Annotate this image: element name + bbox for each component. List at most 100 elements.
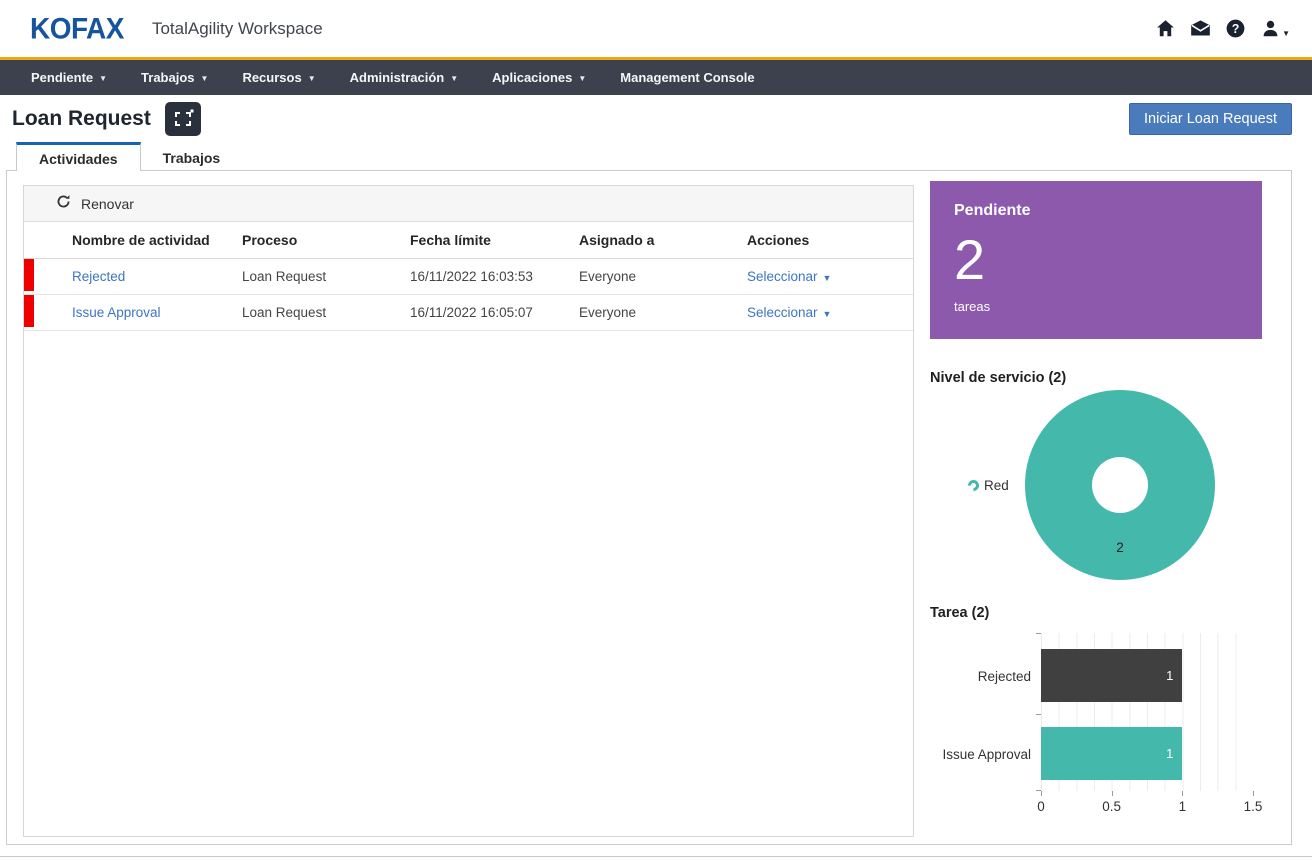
- table-header-row: Nombre de actividad Proceso Fecha límite…: [24, 222, 913, 259]
- bar-chart-title: Tarea (2): [930, 605, 989, 621]
- activities-panel: Renovar Nombre de actividad Proceso Fech…: [23, 185, 914, 837]
- chevron-down-icon: ▼: [99, 74, 107, 83]
- pendiente-summary-card[interactable]: Pendiente 2 tareas: [930, 181, 1262, 339]
- x-tick-label: 0.5: [1102, 799, 1121, 814]
- tab-content: Renovar Nombre de actividad Proceso Fech…: [6, 170, 1292, 845]
- page: KOFAX TotalAgility Workspace ? ▼ Pendien…: [0, 0, 1312, 860]
- iniciar-loan-request-button[interactable]: Iniciar Loan Request: [1129, 103, 1292, 135]
- stats-sidebar: Pendiente 2 tareas Nivel de servicio (2)…: [930, 181, 1262, 811]
- seleccionar-dropdown[interactable]: Seleccionar ▼: [747, 305, 831, 320]
- chevron-down-icon: ▼: [823, 309, 832, 319]
- axis-tick: [1182, 791, 1183, 796]
- app-title: TotalAgility Workspace: [152, 19, 323, 39]
- tabstrip: Actividades Trabajos: [16, 142, 242, 173]
- user-icon: [1259, 18, 1281, 40]
- chevron-down-icon: ▼: [450, 74, 458, 83]
- tab-trabajos[interactable]: Trabajos: [141, 142, 243, 173]
- nav-item-label: Management Console: [620, 70, 754, 85]
- bar-category-label: Rejected: [978, 669, 1031, 684]
- page-head: Loan Request Iniciar Loan Request: [0, 95, 1312, 142]
- table-row: Rejected Loan Request 16/11/2022 16:03:5…: [24, 259, 913, 295]
- legend-label: Red: [984, 478, 1009, 493]
- axis-tick: [1036, 633, 1041, 634]
- x-tick-label: 1.5: [1244, 799, 1263, 814]
- mail-icon[interactable]: [1189, 18, 1211, 40]
- due-date-cell: 16/11/2022 16:03:53: [410, 269, 579, 284]
- x-tick-label: 1: [1179, 799, 1187, 814]
- axis-tick: [1036, 714, 1041, 715]
- column-header-due: Fecha límite: [410, 232, 579, 248]
- axis-tick: [1041, 791, 1042, 796]
- main-nav: Pendiente ▼ Trabajos ▼ Recursos ▼ Admini…: [0, 60, 1312, 95]
- home-icon[interactable]: [1154, 18, 1176, 40]
- column-header-name: Nombre de actividad: [72, 232, 242, 248]
- column-header-process: Proceso: [242, 232, 410, 248]
- nav-item-label: Administración: [350, 70, 445, 85]
- donut-chart-title: Nivel de servicio (2): [930, 370, 1066, 386]
- nav-item-label: Aplicaciones: [492, 70, 572, 85]
- table-row: Issue Approval Loan Request 16/11/2022 1…: [24, 295, 913, 331]
- expand-window-icon[interactable]: [165, 102, 201, 136]
- footer-divider: [0, 856, 1312, 857]
- activity-link[interactable]: Rejected: [72, 269, 125, 284]
- header-icon-group: ? ▼: [1154, 18, 1290, 40]
- seleccionar-dropdown[interactable]: Seleccionar ▼: [747, 269, 831, 284]
- nav-item-trabajos[interactable]: Trabajos ▼: [124, 60, 225, 95]
- column-header-assigned: Asignado a: [579, 232, 747, 248]
- nav-item-administracion[interactable]: Administración ▼: [333, 60, 476, 95]
- chevron-down-icon: ▼: [308, 74, 316, 83]
- refresh-icon: [56, 194, 71, 214]
- bar-value-label: 1: [1166, 746, 1173, 761]
- seleccionar-label: Seleccionar: [747, 269, 818, 284]
- chevron-down-icon: ▼: [823, 273, 832, 283]
- nav-item-label: Pendiente: [31, 70, 93, 85]
- chevron-down-icon: ▼: [201, 74, 209, 83]
- axis-tick: [1112, 791, 1113, 796]
- bar-chart: Rejected Issue Approval 1 1 0 0.5: [930, 633, 1262, 818]
- tab-actividades[interactable]: Actividades: [16, 142, 141, 171]
- help-icon[interactable]: ?: [1224, 18, 1246, 40]
- donut-ring[interactable]: 2: [1025, 390, 1215, 580]
- due-date-cell: 16/11/2022 16:05:07: [410, 305, 579, 320]
- bar-rejected[interactable]: 1: [1041, 649, 1182, 702]
- column-header-actions: Acciones: [747, 232, 913, 248]
- activity-link[interactable]: Issue Approval: [72, 305, 161, 320]
- summary-card-unit: tareas: [954, 299, 1238, 314]
- donut-legend: Red: [968, 478, 1009, 493]
- assigned-cell: Everyone: [579, 305, 747, 320]
- seleccionar-label: Seleccionar: [747, 305, 818, 320]
- top-header: KOFAX TotalAgility Workspace ? ▼: [0, 0, 1312, 57]
- bar-plot-area: 1 1: [1041, 633, 1253, 791]
- page-title: Loan Request: [12, 107, 151, 131]
- user-menu[interactable]: ▼: [1259, 18, 1290, 40]
- refresh-button[interactable]: Renovar: [24, 186, 913, 222]
- chevron-down-icon: ▼: [1282, 29, 1290, 38]
- nav-item-management-console[interactable]: Management Console: [603, 60, 771, 95]
- kofax-logo: KOFAX: [30, 12, 124, 46]
- bar-issue-approval[interactable]: 1: [1041, 727, 1182, 780]
- nav-item-label: Trabajos: [141, 70, 194, 85]
- bar-category-label: Issue Approval: [942, 747, 1031, 762]
- summary-card-title: Pendiente: [954, 202, 1238, 220]
- process-cell: Loan Request: [242, 269, 410, 284]
- nav-item-aplicaciones[interactable]: Aplicaciones ▼: [475, 60, 603, 95]
- donut-value-label: 2: [1025, 540, 1215, 555]
- priority-indicator: [24, 295, 34, 327]
- svg-text:?: ?: [1231, 22, 1239, 36]
- legend-ring-icon: [966, 478, 982, 494]
- x-axis-tick-labels: 0 0.5 1 1.5: [1041, 799, 1253, 817]
- priority-indicator: [24, 259, 34, 291]
- donut-hole: [1092, 457, 1148, 513]
- nav-item-pendiente[interactable]: Pendiente ▼: [14, 60, 124, 95]
- axis-tick: [1253, 791, 1254, 796]
- nav-item-label: Recursos: [242, 70, 301, 85]
- refresh-label: Renovar: [81, 196, 134, 212]
- process-cell: Loan Request: [242, 305, 410, 320]
- nav-item-recursos[interactable]: Recursos ▼: [225, 60, 332, 95]
- bar-category-labels: Rejected Issue Approval: [930, 633, 1031, 791]
- bar-value-label: 1: [1166, 668, 1173, 683]
- chevron-down-icon: ▼: [578, 74, 586, 83]
- x-tick-label: 0: [1037, 799, 1045, 814]
- summary-card-count: 2: [954, 232, 1238, 288]
- assigned-cell: Everyone: [579, 269, 747, 284]
